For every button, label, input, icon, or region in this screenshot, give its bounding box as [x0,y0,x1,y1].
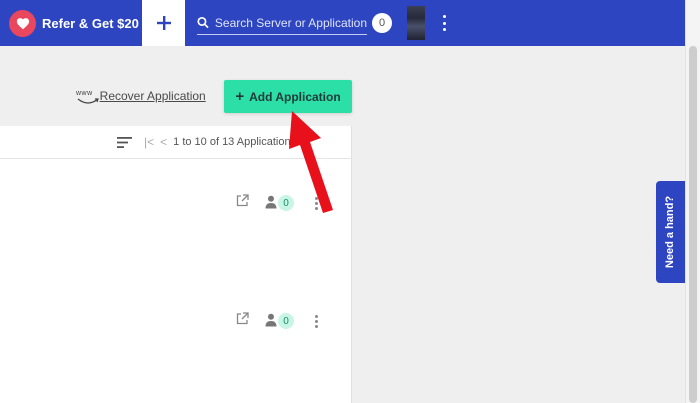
external-link-icon[interactable] [236,194,249,207]
avatar[interactable] [407,6,425,40]
pagination-text: 1 to 10 of 13 Applications [173,136,297,148]
user-icon [265,313,277,327]
www-icon: www [76,89,93,97]
red-arrow-annotation [289,111,333,213]
plus-icon: + [235,88,245,105]
plus-icon [156,16,171,30]
sort-icon[interactable] [117,137,132,148]
table-row[interactable]: 0 [0,312,352,342]
quick-add-button[interactable] [142,0,185,46]
top-navigation-bar: Refer & Get $20 Search Server or Applica… [0,0,685,46]
search-placeholder: Search Server or Application [214,15,367,30]
more-options-icon[interactable] [436,14,452,32]
external-link-icon[interactable] [236,312,249,325]
heart-icon [9,9,36,37]
row-more-icon[interactable] [314,315,318,328]
www-arc-icon [77,98,99,104]
notification-count-badge[interactable]: 0 [372,13,392,33]
first-page-icon[interactable]: |< [144,135,154,149]
prev-page-icon[interactable]: < [160,135,167,149]
user-icon [265,195,277,209]
search-input[interactable]: Search Server or Application [197,11,367,35]
add-application-button[interactable]: + Add Application [224,80,352,113]
recover-application-label: Recover Application [99,89,206,103]
add-application-label: Add Application [249,89,341,104]
user-count-badge: 0 [278,313,294,329]
recover-application-link[interactable]: www Recover Application [76,89,206,104]
refer-label: Refer & Get $20 [42,15,139,31]
need-a-hand-label: Need a hand? [664,195,677,269]
search-icon [197,16,209,29]
need-a-hand-tab[interactable]: Need a hand? [656,181,685,283]
page-scrollbar[interactable] [685,0,700,403]
refer-button[interactable]: Refer & Get $20 [0,0,142,46]
scrollbar-thumb[interactable] [689,46,697,403]
